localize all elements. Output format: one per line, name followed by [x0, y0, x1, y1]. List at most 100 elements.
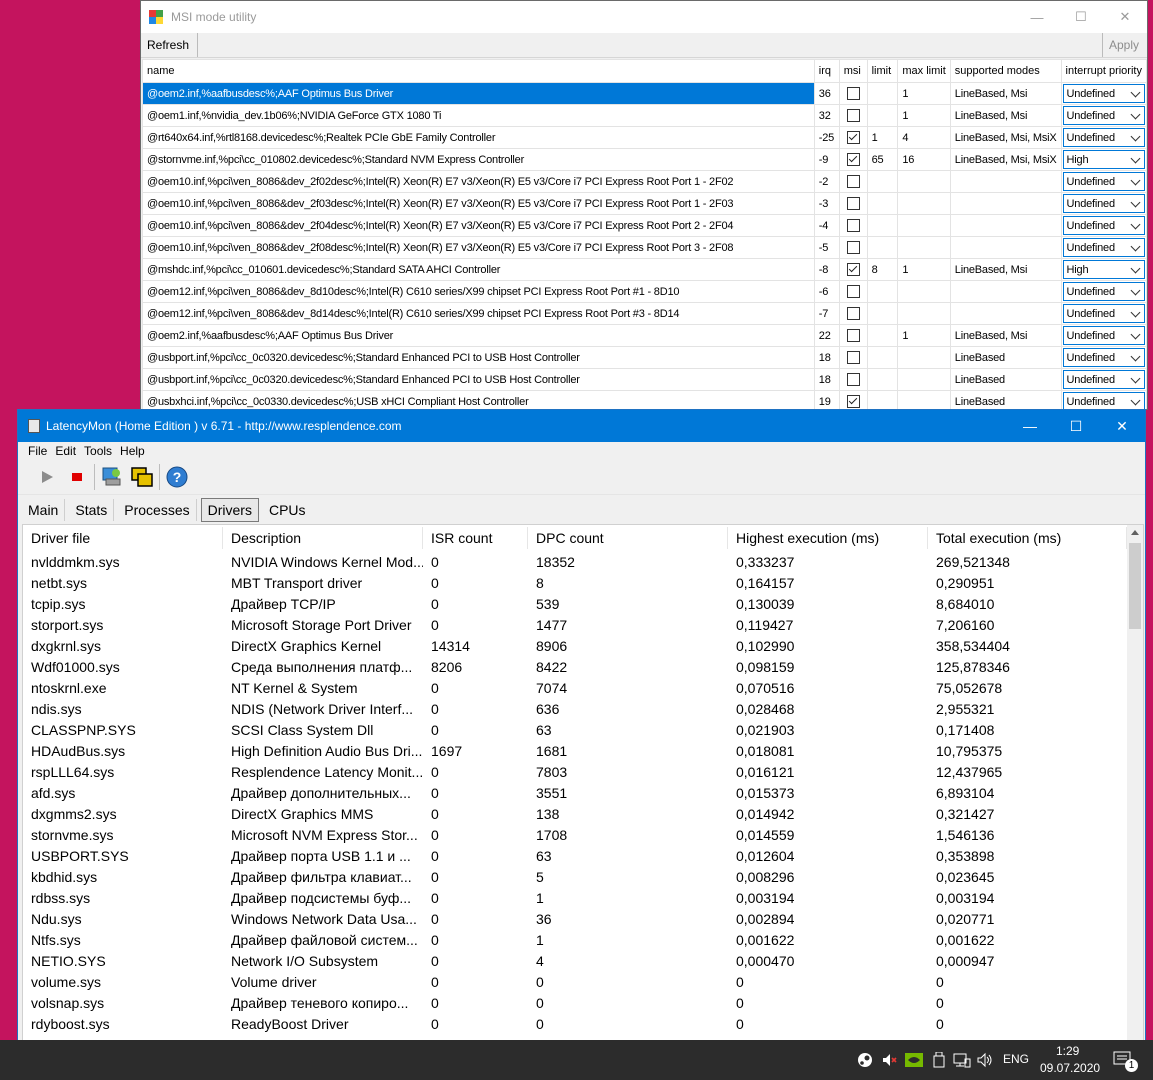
stop-button[interactable]	[62, 462, 92, 492]
tab-processes[interactable]: Processes	[118, 499, 197, 521]
device-limit[interactable]	[866, 302, 899, 325]
driver-row[interactable]: ndis.sys NDIS (Network Driver Interf... 0 6…	[23, 698, 1127, 719]
device-row[interactable]: @usbport.inf,%pci\cc_0c0320.devicedesc%;…	[142, 346, 1147, 369]
clock-date[interactable]: 09.07.2020	[1040, 1061, 1100, 1075]
driver-row[interactable]: rdyboost.sys ReadyBoost Driver 0 0 0 0	[23, 1013, 1127, 1034]
close-icon[interactable]: ✕	[1099, 410, 1145, 442]
chevron-down-icon[interactable]	[1130, 329, 1141, 339]
col-driver-file-header[interactable]: Driver file	[23, 527, 223, 549]
device-limit[interactable]: 65	[866, 148, 899, 171]
driver-row[interactable]: netbt.sys MBT Transport driver 0 8 0,164157 0…	[23, 572, 1127, 593]
msi-checkbox[interactable]	[846, 197, 860, 210]
col-msi-header[interactable]: msi	[838, 59, 868, 83]
device-row[interactable]: @usbport.inf,%pci\cc_0c0320.devicedesc%;…	[142, 368, 1147, 391]
msi-checkbox[interactable]	[846, 263, 860, 276]
driver-row[interactable]: USBPORT.SYS Драйвер порта USB 1.1 и ... 0 6…	[23, 845, 1127, 866]
driver-row[interactable]: volsnap.sys Драйвер теневого копиро... 0 0 0…	[23, 992, 1127, 1013]
priority-dropdown[interactable]: High	[1062, 150, 1145, 169]
chevron-down-icon[interactable]	[1130, 109, 1141, 119]
steam-icon[interactable]	[856, 1051, 874, 1069]
chevron-down-icon[interactable]	[1130, 219, 1141, 229]
priority-dropdown[interactable]: Undefined	[1062, 84, 1145, 103]
priority-dropdown[interactable]: Undefined	[1062, 194, 1145, 213]
device-limit[interactable]: 1	[866, 126, 899, 149]
col-total-execution-header[interactable]: Total execution (ms)	[928, 527, 1127, 549]
msi-checkbox[interactable]	[846, 351, 860, 364]
col-name-header[interactable]: name	[142, 59, 815, 83]
tab-drivers[interactable]: Drivers	[200, 498, 259, 522]
msi-checkbox[interactable]	[846, 109, 860, 122]
driver-row[interactable]: afd.sys Драйвер дополнительных... 0 3551 0,0…	[23, 782, 1127, 803]
device-limit[interactable]	[866, 324, 899, 347]
col-description-header[interactable]: Description	[223, 527, 423, 549]
col-irq-header[interactable]: irq	[813, 59, 840, 83]
device-row[interactable]: @oem2.inf,%aafbusdesc%;AAF Optimus Bus D…	[142, 82, 1147, 105]
driver-row[interactable]: Wdf01000.sys Среда выполнения платф... 820…	[23, 656, 1127, 677]
device-limit[interactable]	[866, 82, 899, 105]
device-row[interactable]: @rt640x64.inf,%rtl8168.devicedesc%;Realt…	[142, 126, 1147, 149]
device-limit[interactable]	[866, 236, 899, 259]
col-interrupt-priority-header[interactable]: interrupt priority	[1060, 59, 1147, 83]
driver-row[interactable]: storport.sys Microsoft Storage Port Drive…	[23, 614, 1127, 635]
col-max-limit-header[interactable]: max limit	[897, 59, 951, 83]
device-row[interactable]: @oem1.inf,%nvidia_dev.1b06%;NVIDIA GeFor…	[142, 104, 1147, 127]
chevron-down-icon[interactable]	[1130, 197, 1141, 207]
minimize-icon[interactable]: —	[1015, 1, 1059, 33]
device-limit[interactable]	[866, 192, 899, 215]
device-limit[interactable]: 8	[866, 258, 899, 281]
chevron-down-icon[interactable]	[1130, 241, 1141, 251]
msi-checkbox[interactable]	[846, 395, 860, 408]
priority-dropdown[interactable]: Undefined	[1062, 282, 1145, 301]
msi-titlebar[interactable]: MSI mode utility — ☐ ✕	[141, 1, 1147, 33]
msi-checkbox[interactable]	[846, 373, 860, 386]
menu-file[interactable]: File	[28, 444, 47, 458]
priority-dropdown[interactable]: Undefined	[1062, 348, 1145, 367]
apply-button[interactable]: Apply	[1101, 33, 1143, 57]
windows-button[interactable]	[127, 462, 157, 492]
process-viewer-button[interactable]	[97, 462, 127, 492]
muted-speaker-icon[interactable]	[880, 1051, 898, 1069]
chevron-down-icon[interactable]	[1130, 373, 1141, 383]
device-row[interactable]: @oem12.inf,%pci\ven_8086&dev_8d14desc%;I…	[142, 302, 1147, 325]
vertical-scrollbar[interactable]	[1127, 525, 1143, 1048]
driver-row[interactable]: NETIO.SYS Network I/O Subsystem 0 4 0,000470…	[23, 950, 1127, 971]
driver-row[interactable]: nvlddmkm.sys NVIDIA Windows Kernel Mod...…	[23, 551, 1127, 572]
device-row[interactable]: @oem12.inf,%pci\ven_8086&dev_8d10desc%;I…	[142, 280, 1147, 303]
maximize-icon[interactable]: ☐	[1059, 1, 1103, 33]
menu-tools[interactable]: Tools	[84, 444, 112, 458]
device-row[interactable]: @oem10.inf,%pci\ven_8086&dev_2f08desc%;I…	[142, 236, 1147, 259]
driver-row[interactable]: dxgkrnl.sys DirectX Graphics Kernel 14314 8…	[23, 635, 1127, 656]
priority-dropdown[interactable]: Undefined	[1062, 370, 1145, 389]
chevron-down-icon[interactable]	[1130, 87, 1141, 97]
device-row[interactable]: @usbxhci.inf,%pci\cc_0c0330.devicedesc%;…	[142, 390, 1147, 409]
msi-checkbox[interactable]	[846, 329, 860, 342]
volume-icon[interactable]	[976, 1051, 994, 1069]
help-button[interactable]: ?	[162, 462, 192, 492]
driver-row[interactable]: tcpip.sys Драйвер TCP/IP 0 539 0,130039 8,684…	[23, 593, 1127, 614]
close-icon[interactable]: ✕	[1103, 1, 1147, 33]
scroll-up-icon[interactable]	[1131, 530, 1139, 535]
priority-dropdown[interactable]: Undefined	[1062, 238, 1145, 257]
network-icon[interactable]	[953, 1051, 971, 1069]
device-limit[interactable]	[866, 280, 899, 303]
device-row[interactable]: @oem2.inf,%aafbusdesc%;AAF Optimus Bus D…	[142, 324, 1147, 347]
priority-dropdown[interactable]: Undefined	[1062, 216, 1145, 235]
device-limit[interactable]	[866, 346, 899, 369]
priority-dropdown[interactable]: Undefined	[1062, 128, 1145, 147]
msi-checkbox[interactable]	[846, 153, 860, 166]
start-button[interactable]	[32, 462, 62, 492]
usb-drive-icon[interactable]	[930, 1051, 948, 1069]
device-limit[interactable]	[866, 104, 899, 127]
device-row[interactable]: @oem10.inf,%pci\ven_8086&dev_2f03desc%;I…	[142, 192, 1147, 215]
chevron-down-icon[interactable]	[1130, 175, 1141, 185]
col-highest-execution-header[interactable]: Highest execution (ms)	[728, 527, 928, 549]
device-row[interactable]: @stornvme.inf,%pci\cc_010802.devicedesc%…	[142, 148, 1147, 171]
driver-row[interactable]: Ndu.sys Windows Network Data Usa... 0 36 0,0…	[23, 908, 1127, 929]
device-limit[interactable]	[866, 390, 899, 409]
priority-dropdown[interactable]: Undefined	[1062, 172, 1145, 191]
language-indicator[interactable]: ENG	[1003, 1052, 1029, 1066]
priority-dropdown[interactable]: Undefined	[1062, 326, 1145, 345]
msi-checkbox[interactable]	[846, 87, 860, 100]
msi-checkbox[interactable]	[846, 285, 860, 298]
device-limit[interactable]	[866, 214, 899, 237]
